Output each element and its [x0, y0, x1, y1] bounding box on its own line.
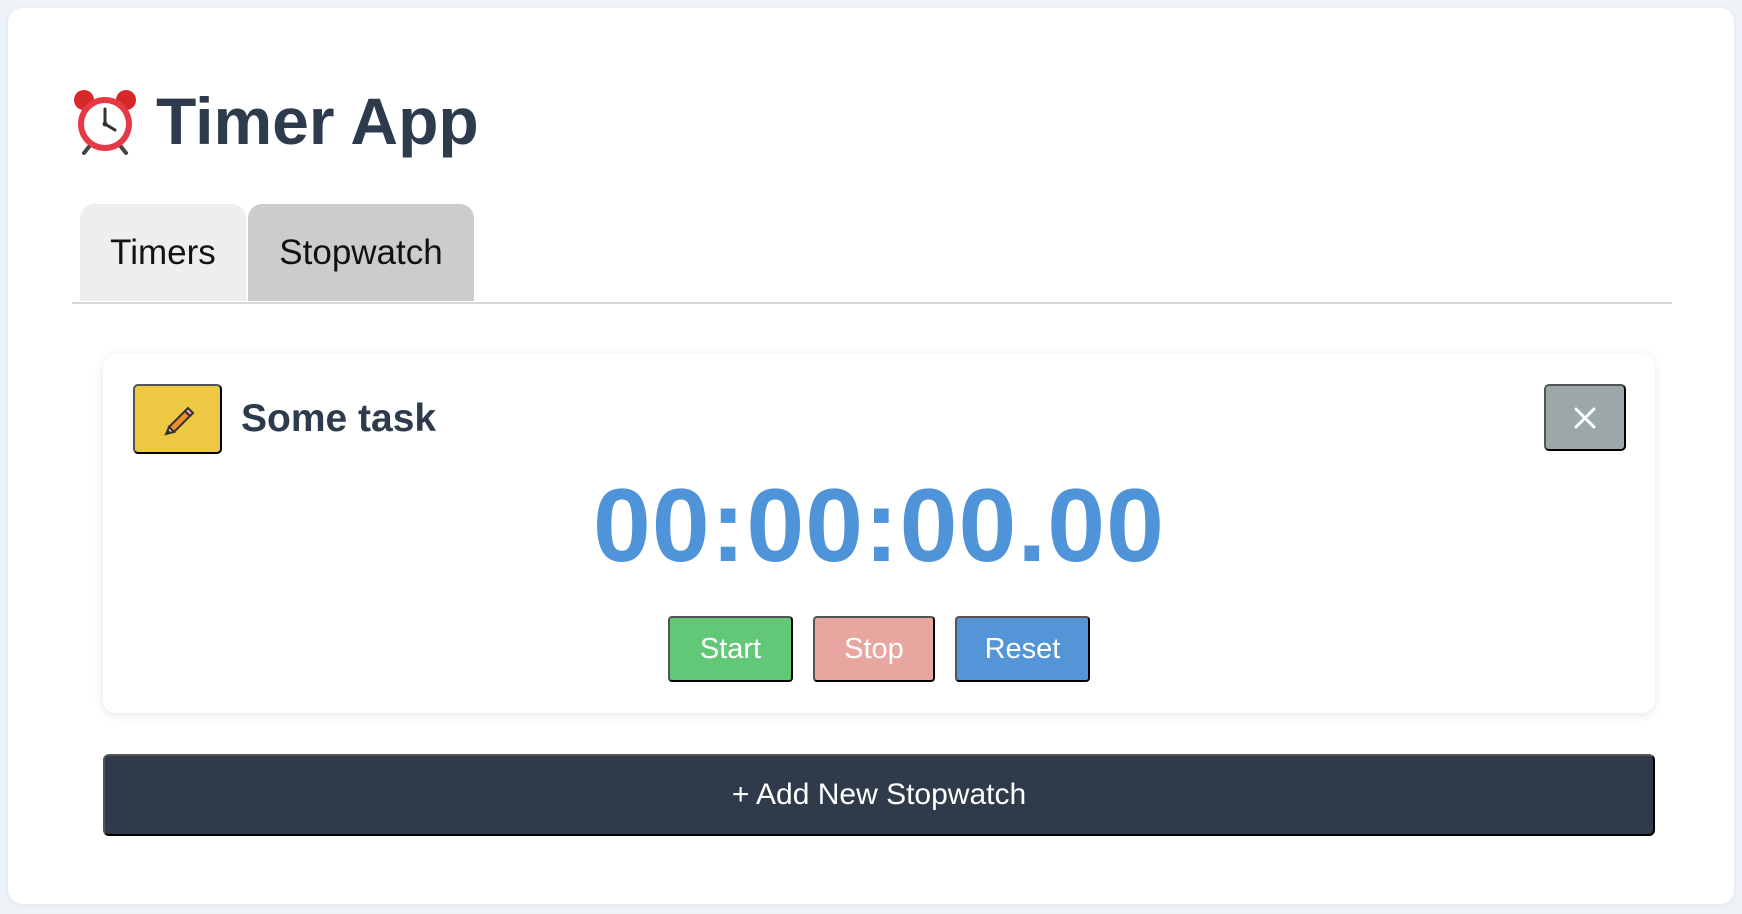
- tab-timers[interactable]: Timers: [80, 204, 246, 301]
- add-new-stopwatch-button[interactable]: + Add New Stopwatch: [103, 754, 1655, 836]
- app-title: Timer App: [70, 76, 479, 166]
- tab-stopwatch[interactable]: Stopwatch: [248, 204, 474, 301]
- alarm-clock-icon: [70, 86, 140, 156]
- app-title-text: Timer App: [156, 84, 479, 158]
- stop-button[interactable]: Stop: [813, 616, 935, 682]
- reset-button[interactable]: Reset: [955, 616, 1090, 682]
- close-icon: [1572, 405, 1598, 431]
- edit-task-button[interactable]: [133, 384, 222, 454]
- tab-bar: Timers Stopwatch: [72, 196, 1672, 304]
- timer-app-panel: Timer App Timers Stopwatch Some task 00:…: [8, 8, 1734, 904]
- stopwatch-time: 00:00:00.00: [593, 468, 1165, 584]
- start-button[interactable]: Start: [668, 616, 793, 682]
- close-stopwatch-button[interactable]: [1544, 384, 1626, 451]
- stopwatch-controls: Start Stop Reset: [103, 616, 1655, 682]
- stopwatch-card: Some task 00:00:00.00 Start Stop Reset: [103, 354, 1655, 713]
- task-name: Some task: [241, 397, 437, 440]
- pencil-icon: [161, 402, 195, 436]
